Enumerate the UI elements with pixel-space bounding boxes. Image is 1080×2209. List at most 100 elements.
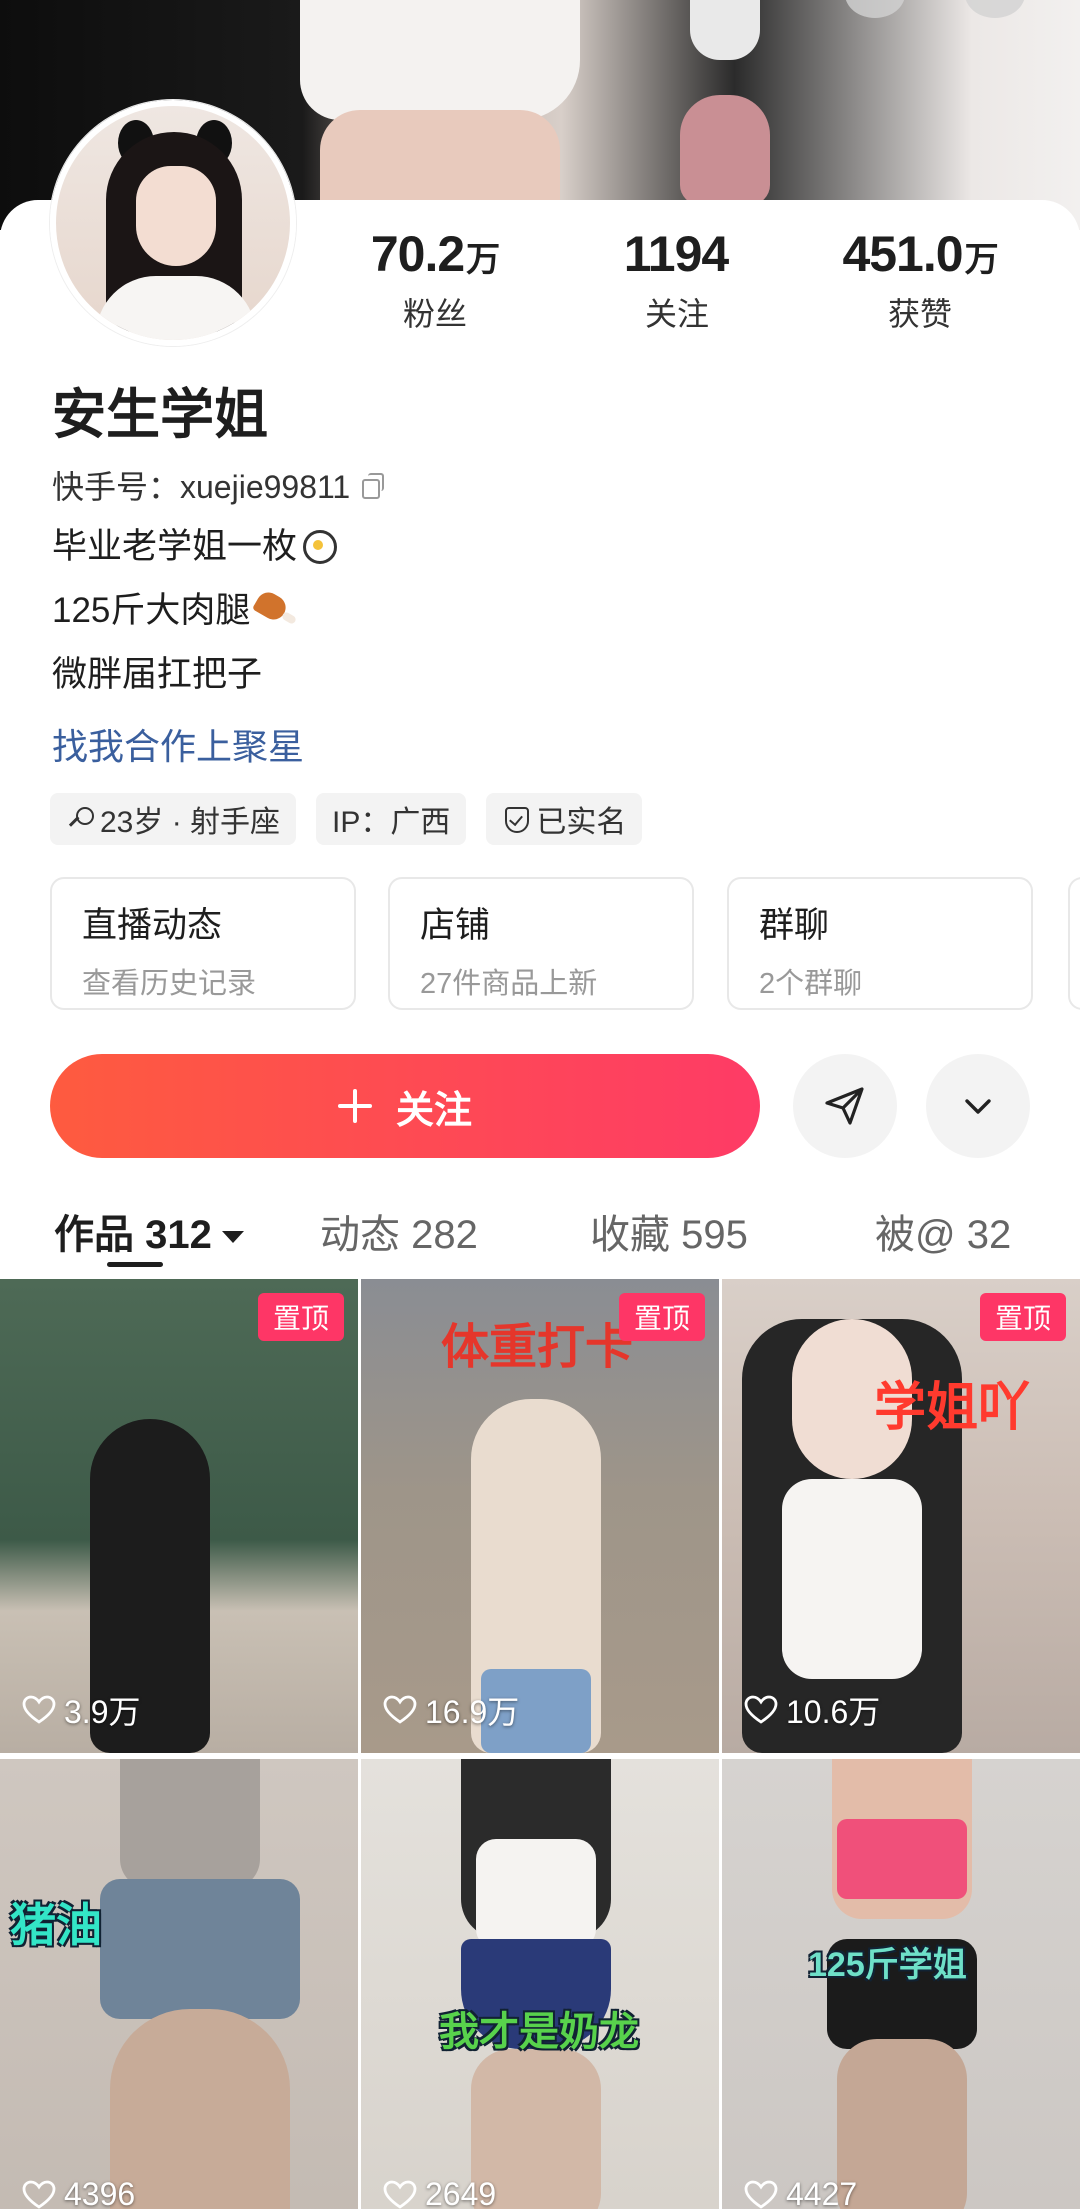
follow-button[interactable]: 关注	[50, 1054, 760, 1158]
stat-likes-unit: 万	[964, 241, 999, 279]
cover-top-button[interactable]	[845, 0, 905, 18]
entry-live-title: 直播动态	[82, 906, 223, 945]
bio-line-2-text: 125斤大肉腿	[52, 591, 251, 630]
tag-ip: IP：广西	[316, 793, 467, 845]
entry-cards: 直播动态 查看历史记录 店铺 27件商品上新 群聊 2个群聊	[50, 877, 1080, 1012]
heart-icon	[22, 1695, 56, 1724]
stat-likes-value: 451.0	[842, 226, 963, 282]
stat-fans-unit: 万	[466, 241, 500, 279]
likes-count-text: 2649	[425, 2176, 497, 2209]
tab-mentions[interactable]: 被@ 32	[875, 1202, 1011, 1260]
likes-count-text: 4427	[786, 2176, 858, 2209]
video-tile[interactable]: 125斤学姐 4427	[722, 1759, 1080, 2209]
video-figure-shorts	[100, 1879, 300, 2019]
stat-fans-label: 粉丝	[402, 296, 467, 332]
cover-top-button-2[interactable]	[965, 0, 1025, 18]
stat-following-value: 1194	[623, 226, 729, 282]
heart-icon	[22, 2180, 56, 2209]
share-button[interactable]	[793, 1054, 897, 1158]
entry-shop-title: 店铺	[420, 906, 491, 945]
copy-icon[interactable]	[360, 473, 385, 499]
bio-line-1: 毕业老学姐一枚	[52, 518, 341, 569]
heart-icon	[383, 2180, 417, 2209]
kuaishou-id-text: 快手号：xuejie99811	[52, 469, 351, 505]
heart-icon	[744, 1695, 778, 1724]
bio-line-1-text: 毕业老学姐一枚	[52, 527, 298, 566]
kuaishou-id[interactable]: 快手号：xuejie99811	[52, 462, 385, 508]
likes-count-text: 10.6万	[786, 1694, 881, 1730]
more-button[interactable]	[926, 1054, 1030, 1158]
pinned-badge: 置顶	[980, 1293, 1066, 1341]
stat-fans[interactable]: 70.2万 粉丝	[335, 225, 535, 335]
heart-icon	[744, 2180, 778, 2209]
likes-count-text: 4396	[64, 2176, 136, 2209]
tag-age: 23岁 · 射手座	[50, 793, 297, 845]
likes-count-text: 16.9万	[425, 1694, 520, 1730]
stats-row: 70.2万 粉丝 1194 关注 451.0万 获赞	[0, 225, 1080, 345]
video-caption: 猪油	[10, 1899, 102, 1951]
video-tile[interactable]: 置顶 3.9万	[0, 1279, 358, 1753]
stat-fans-value: 70.2	[370, 226, 465, 282]
stat-following[interactable]: 1194 关注	[577, 225, 777, 335]
stat-likes[interactable]: 451.0万 获赞	[820, 225, 1020, 335]
tag-row: 23岁 · 射手座 IP：广西 已实名	[50, 793, 643, 845]
likes-count-text: 3.9万	[64, 1694, 141, 1730]
content-tabs: 作品 312 动态 282 收藏 595 被@ 32	[0, 1192, 1080, 1272]
cover-decor	[690, 0, 760, 60]
video-caption: 学姐吖	[874, 1379, 1031, 1437]
bio-line-2: 125斤大肉腿	[52, 582, 298, 633]
tag-age-text: 23岁 · 射手座	[100, 806, 281, 839]
chevron-down-icon	[965, 1099, 991, 1114]
tab-moments[interactable]: 动态 282	[320, 1202, 478, 1260]
pinned-badge: 置顶	[619, 1293, 705, 1341]
cover-figure	[300, 0, 580, 120]
video-tile[interactable]: 猪油 4396	[0, 1759, 358, 2209]
video-caption: 我才是奶龙	[439, 2010, 639, 2054]
video-figure-legs	[110, 2009, 290, 2209]
caret-down-icon	[221, 1231, 244, 1244]
bio-line-3: 微胖届扛把子	[52, 655, 263, 694]
entry-shop[interactable]: 店铺 27件商品上新	[388, 877, 694, 1010]
likes-count: 4427	[744, 2176, 857, 2209]
video-tile[interactable]: 学姐吖 置顶 10.6万	[722, 1279, 1080, 1753]
tab-active-indicator	[107, 1262, 163, 1267]
send-icon	[825, 1087, 864, 1125]
video-caption: 125斤学姐	[808, 1946, 967, 1984]
follow-button-label: 关注	[395, 1089, 472, 1132]
video-figure	[120, 1759, 260, 1889]
shield-check-icon	[502, 805, 530, 833]
entry-group-chat-title: 群聊	[759, 906, 830, 945]
tab-works[interactable]: 作品 312	[54, 1202, 244, 1260]
likes-count: 16.9万	[383, 1687, 519, 1733]
video-figure-shirt	[782, 1479, 922, 1679]
stat-likes-label: 获赞	[887, 296, 952, 332]
pinned-badge: 置顶	[258, 1293, 344, 1341]
pin-icon	[66, 805, 94, 833]
entry-live-subtitle: 查看历史记录	[82, 968, 257, 1000]
entry-shop-subtitle: 27件商品上新	[420, 968, 598, 1000]
video-figure-shirt	[476, 1839, 596, 1949]
video-figure-top	[837, 1819, 967, 1899]
video-tile[interactable]: 体重打卡 置顶 16.9万	[361, 1279, 719, 1753]
likes-count: 2649	[383, 2176, 496, 2209]
likes-count: 3.9万	[22, 1687, 141, 1733]
fried-egg-icon	[301, 526, 341, 566]
tab-favorites[interactable]: 收藏 595	[590, 1202, 748, 1260]
entry-more-peek[interactable]	[1068, 877, 1080, 1010]
plus-icon	[337, 1089, 372, 1123]
cooperation-link[interactable]: 找我合作上聚星	[52, 718, 304, 770]
stat-following-label: 关注	[644, 296, 709, 332]
likes-count: 10.6万	[744, 1687, 880, 1733]
likes-count: 4396	[22, 2176, 135, 2209]
video-tile[interactable]: 我才是奶龙 2649	[361, 1759, 719, 2209]
heart-icon	[383, 1695, 417, 1724]
entry-group-chat-subtitle: 2个群聊	[759, 968, 863, 1000]
tag-verified: 已实名	[486, 793, 643, 845]
video-caption: 体重打卡	[441, 1321, 634, 1374]
entry-group-chat[interactable]: 群聊 2个群聊	[727, 877, 1033, 1010]
profile-name: 安生学姐	[52, 385, 268, 445]
cover-decor-toy	[680, 95, 770, 205]
entry-live[interactable]: 直播动态 查看历史记录	[50, 877, 356, 1010]
tag-verified-text: 已实名	[536, 806, 627, 839]
tab-works-label: 作品 312	[54, 1213, 212, 1257]
